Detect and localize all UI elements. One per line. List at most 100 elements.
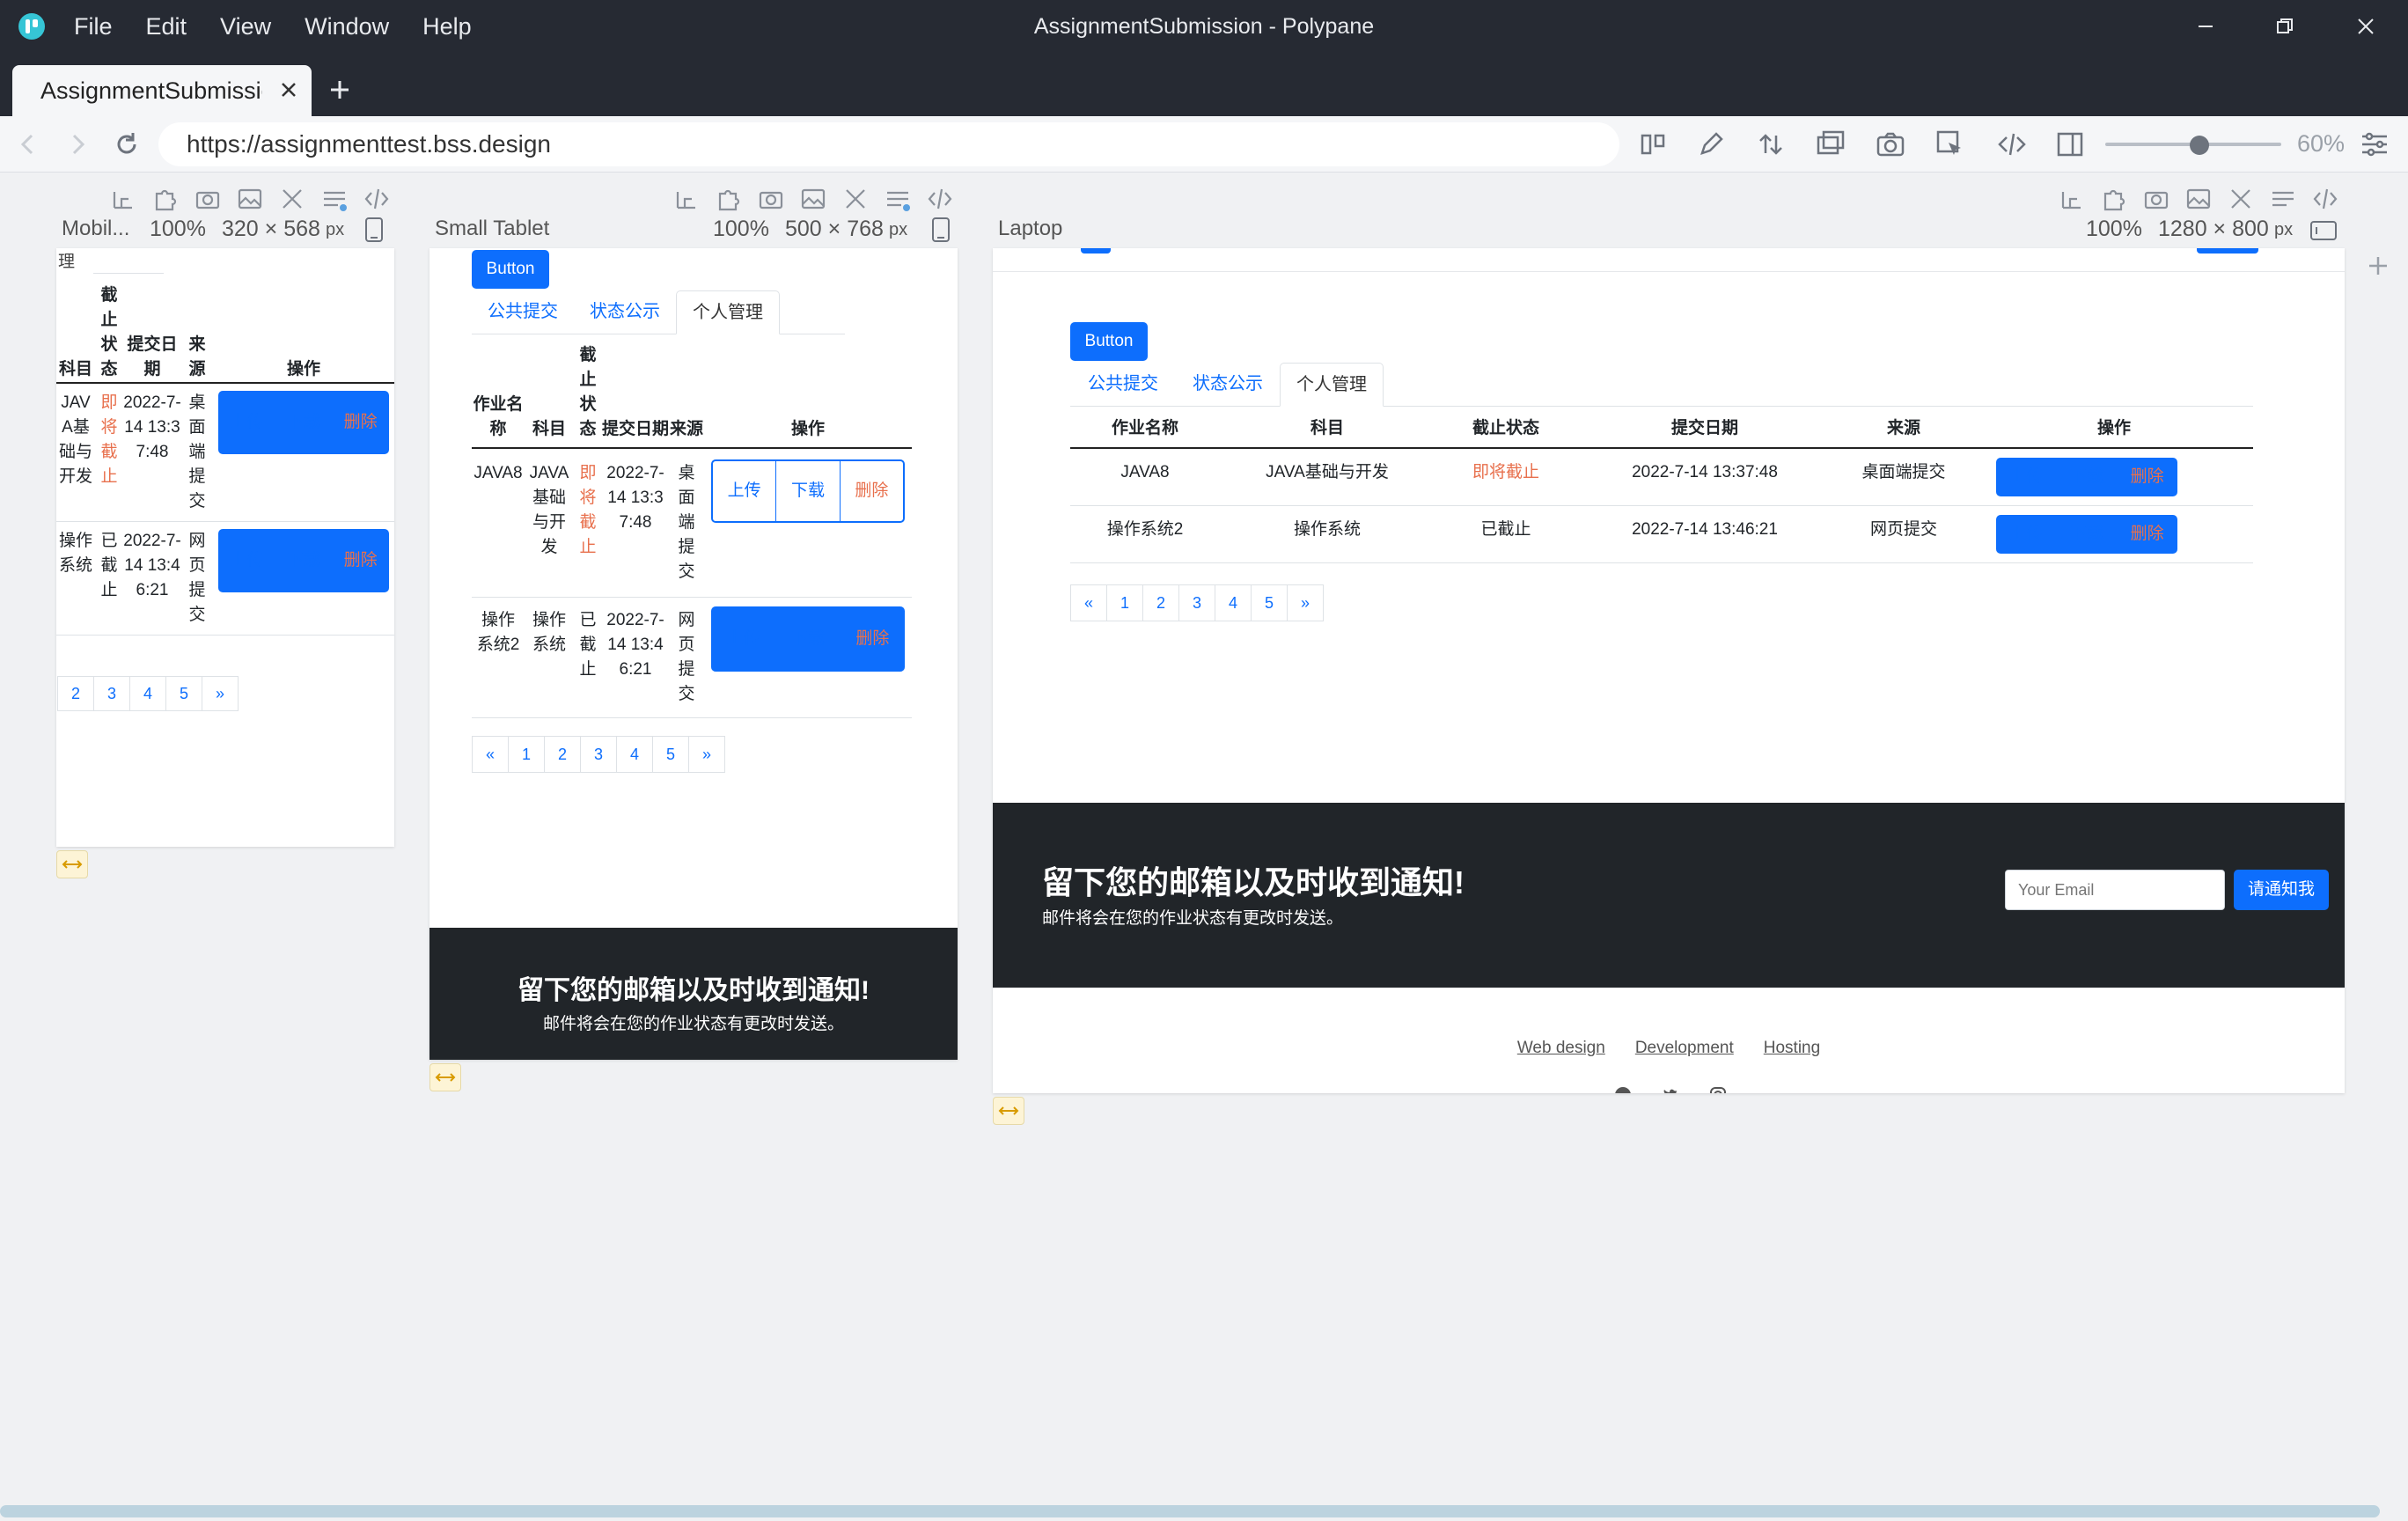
page-2[interactable]: 2 — [544, 736, 581, 773]
page-4[interactable]: 4 — [129, 676, 166, 711]
upload-button[interactable]: 上传 — [1996, 458, 2057, 496]
sync-scroll-icon[interactable] — [1755, 129, 1787, 160]
download-button[interactable]: 下载 — [2057, 458, 2118, 496]
download-button[interactable]: 下载 — [2057, 515, 2118, 554]
delete-button[interactable]: 删除 — [841, 461, 903, 521]
upload-button[interactable]: 上传 — [218, 391, 275, 454]
footer-link-web-design[interactable]: Web design — [1517, 1039, 1605, 1058]
image-icon[interactable] — [2184, 185, 2213, 213]
footer-link-development[interactable]: Development — [1635, 1039, 1734, 1058]
page-4[interactable]: 4 — [616, 736, 653, 773]
laptop-resize-handle[interactable] — [993, 1097, 1024, 1125]
instagram-icon[interactable] — [1709, 1086, 1727, 1093]
portrait-device-icon[interactable] — [931, 217, 951, 243]
code-icon[interactable] — [363, 185, 391, 213]
tab-status-public[interactable]: 状态公示 — [1176, 363, 1280, 406]
page-5[interactable]: 5 — [652, 736, 689, 773]
tab-personal-manage[interactable]: 个人管理 — [676, 290, 780, 334]
upload-button[interactable]: 上传 — [218, 529, 275, 592]
delete-button[interactable]: 删除 — [2117, 515, 2177, 554]
upload-button[interactable]: 上传 — [1996, 515, 2057, 554]
page-prev[interactable]: « — [472, 736, 509, 773]
twitter-icon[interactable] — [1662, 1086, 1679, 1093]
inspect-icon[interactable] — [1934, 129, 1966, 160]
back-icon[interactable] — [12, 129, 44, 160]
mobile-resize-handle[interactable] — [56, 850, 88, 878]
puzzle-icon[interactable] — [715, 185, 743, 213]
page-3[interactable]: 3 — [580, 736, 617, 773]
tab-status-public[interactable]: 状态公示 — [574, 290, 676, 334]
code-icon[interactable] — [1996, 129, 2028, 160]
sliders-icon[interactable] — [320, 185, 349, 213]
layout-tree-icon[interactable] — [2058, 185, 2086, 213]
page-5[interactable]: 5 — [1251, 584, 1288, 621]
close-window-button[interactable] — [2331, 0, 2401, 53]
pane-2-size[interactable]: 500 × 768 — [785, 217, 884, 242]
portrait-device-icon[interactable] — [364, 217, 384, 243]
page-4[interactable]: 4 — [1215, 584, 1252, 621]
menu-view[interactable]: View — [220, 13, 271, 40]
forward-icon[interactable] — [62, 129, 93, 160]
footer-link-hosting[interactable]: Hosting — [1764, 1039, 1820, 1058]
edit-icon[interactable] — [1695, 129, 1727, 160]
sliders-icon[interactable] — [884, 185, 912, 213]
layout-tree-icon[interactable] — [109, 185, 137, 213]
primary-button[interactable]: Button — [1070, 322, 1148, 361]
page-2[interactable]: 2 — [1142, 584, 1179, 621]
page-next[interactable]: » — [202, 676, 239, 711]
sliders-icon[interactable] — [2269, 185, 2297, 213]
facebook-icon[interactable] — [1614, 1086, 1632, 1093]
camera-icon[interactable] — [194, 185, 222, 213]
email-input[interactable] — [2005, 870, 2225, 910]
download-button[interactable]: 下载 — [275, 391, 333, 454]
tools-icon[interactable] — [2227, 185, 2255, 213]
layout-icon[interactable] — [1637, 129, 1669, 160]
pane-3-size[interactable]: 1280 × 800 — [2158, 217, 2269, 242]
page-3[interactable]: 3 — [93, 676, 130, 711]
code-icon[interactable] — [926, 185, 954, 213]
tab-public-submit[interactable]: 公共提交 — [472, 290, 574, 334]
tab-personal-manage[interactable]: 个人管理 — [1280, 363, 1384, 407]
delete-button[interactable]: 删除 — [332, 529, 389, 592]
camera-icon[interactable] — [2142, 185, 2170, 213]
reload-icon[interactable] — [111, 129, 143, 160]
minimize-button[interactable] — [2170, 0, 2241, 53]
sidebar-icon[interactable] — [2054, 129, 2086, 160]
page-prev[interactable]: « — [1070, 584, 1107, 621]
pane-1-zoom[interactable]: 100% — [150, 217, 206, 242]
camera-icon[interactable] — [757, 185, 785, 213]
page-3[interactable]: 3 — [1178, 584, 1215, 621]
download-button[interactable]: 下载 — [776, 461, 841, 521]
tablet-resize-handle[interactable] — [429, 1063, 461, 1091]
page-5[interactable]: 5 — [165, 676, 202, 711]
download-button[interactable]: 下载 — [275, 529, 333, 592]
delete-button[interactable]: 删除 — [841, 606, 905, 672]
page-next[interactable]: » — [1287, 584, 1324, 621]
notify-me-button[interactable]: 请通知我 — [2234, 870, 2329, 910]
menu-file[interactable]: File — [74, 13, 113, 40]
tab-public-submit[interactable]: 公共提交 — [1070, 363, 1176, 406]
pane-1-size[interactable]: 320 × 568 — [222, 217, 320, 242]
tools-icon[interactable] — [841, 185, 870, 213]
zoom-slider-handle[interactable] — [2190, 136, 2209, 155]
puzzle-icon[interactable] — [2100, 185, 2128, 213]
screenshot-multi-icon[interactable] — [1815, 129, 1846, 160]
code-icon[interactable] — [2311, 185, 2339, 213]
puzzle-icon[interactable] — [151, 185, 180, 213]
primary-button[interactable]: Button — [472, 250, 549, 289]
upload-button[interactable]: 上传 — [713, 461, 777, 521]
tools-icon[interactable] — [278, 185, 306, 213]
delete-button[interactable]: 删除 — [2117, 458, 2177, 496]
camera-icon[interactable] — [1875, 129, 1906, 160]
browser-tab[interactable]: AssignmentSubmission — [12, 65, 312, 116]
add-pane-icon[interactable] — [2366, 254, 2390, 278]
pane-3-zoom[interactable]: 100% — [2086, 217, 2142, 242]
layout-tree-icon[interactable] — [672, 185, 701, 213]
page-1[interactable]: 1 — [508, 736, 545, 773]
page-next[interactable]: » — [688, 736, 725, 773]
upload-button[interactable]: 上传 — [711, 606, 775, 672]
download-button[interactable]: 下载 — [775, 606, 840, 672]
image-icon[interactable] — [799, 185, 827, 213]
menu-help[interactable]: Help — [422, 13, 472, 40]
url-input[interactable]: https://assignmenttest.bss.design — [158, 122, 1619, 166]
